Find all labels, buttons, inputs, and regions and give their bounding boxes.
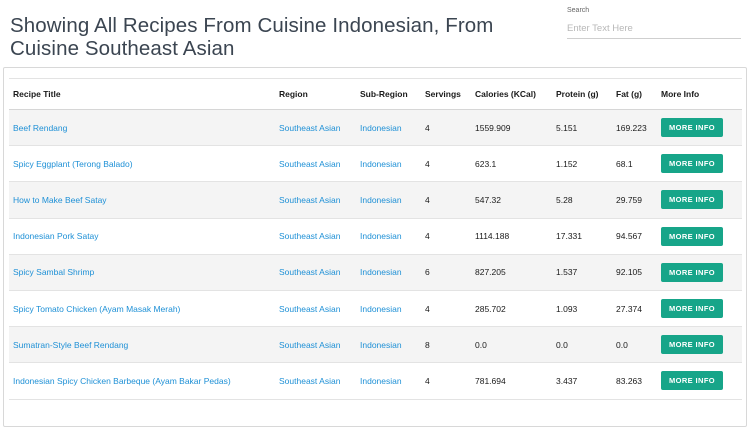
sub-region-link[interactable]: Indonesian	[360, 376, 402, 386]
sub-region-link[interactable]: Indonesian	[360, 123, 402, 133]
calories-cell: 0.0	[471, 326, 552, 364]
more-info-button[interactable]: MORE INFO	[661, 299, 723, 319]
protein-cell: 17.331	[552, 218, 612, 255]
sub-region-link[interactable]: Indonesian	[360, 340, 402, 350]
fat-cell: 92.105	[612, 254, 657, 291]
table-row: Spicy Eggplant (Terong Balado) Southeast…	[9, 145, 742, 183]
table-row: Spicy Sambal Shrimp Southeast Asian Indo…	[9, 254, 742, 291]
servings-cell: 4	[421, 218, 471, 255]
recipe-title-link[interactable]: Sumatran-Style Beef Rendang	[13, 340, 128, 350]
page-header: Showing All Recipes From Cuisine Indones…	[0, 0, 750, 66]
fat-cell: 169.223	[612, 109, 657, 147]
region-link[interactable]: Southeast Asian	[279, 195, 340, 205]
more-info-button[interactable]: MORE INFO	[661, 190, 723, 210]
column-header-more-info: More Info	[657, 78, 742, 110]
region-link[interactable]: Southeast Asian	[279, 267, 340, 277]
calories-cell: 1114.188	[471, 218, 552, 255]
recipes-table-card: Recipe Title Region Sub-Region Servings …	[3, 67, 747, 427]
recipe-title-link[interactable]: Beef Rendang	[13, 123, 67, 133]
protein-cell: 3.437	[552, 362, 612, 400]
search-input[interactable]	[567, 19, 741, 39]
table-row: Sumatran-Style Beef Rendang Southeast As…	[9, 326, 742, 364]
sub-region-link[interactable]: Indonesian	[360, 195, 402, 205]
servings-cell: 6	[421, 254, 471, 291]
calories-cell: 1559.909	[471, 109, 552, 147]
recipes-table: Recipe Title Region Sub-Region Servings …	[9, 78, 742, 400]
servings-cell: 8	[421, 326, 471, 364]
table-row: Beef Rendang Southeast Asian Indonesian …	[9, 109, 742, 147]
calories-cell: 547.32	[471, 181, 552, 219]
protein-cell: 5.151	[552, 109, 612, 147]
servings-cell: 4	[421, 362, 471, 400]
search-box: Search	[567, 7, 741, 39]
more-info-button[interactable]: MORE INFO	[661, 335, 723, 355]
more-info-button[interactable]: MORE INFO	[661, 371, 723, 391]
sub-region-link[interactable]: Indonesian	[360, 304, 402, 314]
search-label: Search	[567, 7, 590, 14]
calories-cell: 781.694	[471, 362, 552, 400]
sub-region-link[interactable]: Indonesian	[360, 267, 402, 277]
servings-cell: 4	[421, 145, 471, 183]
region-link[interactable]: Southeast Asian	[279, 304, 340, 314]
more-info-button[interactable]: MORE INFO	[661, 262, 723, 282]
fat-cell: 29.759	[612, 181, 657, 219]
fat-cell: 83.263	[612, 362, 657, 400]
column-header-sub-region[interactable]: Sub-Region	[356, 78, 421, 110]
sub-region-link[interactable]: Indonesian	[360, 159, 402, 169]
column-header-fat[interactable]: Fat (g)	[612, 78, 657, 110]
recipe-title-link[interactable]: Spicy Eggplant (Terong Balado)	[13, 159, 133, 169]
table-row: How to Make Beef Satay Southeast Asian I…	[9, 181, 742, 219]
servings-cell: 4	[421, 109, 471, 147]
more-info-button[interactable]: MORE INFO	[661, 154, 723, 174]
recipe-title-link[interactable]: Spicy Tomato Chicken (Ayam Masak Merah)	[13, 304, 180, 314]
region-link[interactable]: Southeast Asian	[279, 376, 340, 386]
region-link[interactable]: Southeast Asian	[279, 231, 340, 241]
protein-cell: 1.537	[552, 254, 612, 291]
recipe-title-link[interactable]: Indonesian Pork Satay	[13, 231, 99, 241]
table-row: Spicy Tomato Chicken (Ayam Masak Merah) …	[9, 290, 742, 328]
column-header-servings[interactable]: Servings	[421, 78, 471, 110]
table-header-row: Recipe Title Region Sub-Region Servings …	[9, 78, 742, 110]
servings-cell: 4	[421, 290, 471, 328]
region-link[interactable]: Southeast Asian	[279, 159, 340, 169]
column-header-region[interactable]: Region	[275, 78, 356, 110]
table-row: Indonesian Spicy Chicken Barbeque (Ayam …	[9, 362, 742, 400]
fat-cell: 68.1	[612, 145, 657, 183]
column-header-protein[interactable]: Protein (g)	[552, 78, 612, 110]
column-header-calories[interactable]: Calories (KCal)	[471, 78, 552, 110]
page-title: Showing All Recipes From Cuisine Indones…	[10, 14, 494, 60]
sub-region-link[interactable]: Indonesian	[360, 231, 402, 241]
recipe-title-link[interactable]: How to Make Beef Satay	[13, 195, 107, 205]
column-header-recipe-title[interactable]: Recipe Title	[9, 78, 275, 110]
protein-cell: 5.28	[552, 181, 612, 219]
more-info-button[interactable]: MORE INFO	[661, 226, 723, 246]
more-info-button[interactable]: MORE INFO	[661, 118, 723, 138]
calories-cell: 827.205	[471, 254, 552, 291]
table-row: Indonesian Pork Satay Southeast Asian In…	[9, 218, 742, 255]
protein-cell: 1.152	[552, 145, 612, 183]
region-link[interactable]: Southeast Asian	[279, 340, 340, 350]
servings-cell: 4	[421, 181, 471, 219]
protein-cell: 1.093	[552, 290, 612, 328]
calories-cell: 285.702	[471, 290, 552, 328]
fat-cell: 94.567	[612, 218, 657, 255]
protein-cell: 0.0	[552, 326, 612, 364]
fat-cell: 27.374	[612, 290, 657, 328]
fat-cell: 0.0	[612, 326, 657, 364]
calories-cell: 623.1	[471, 145, 552, 183]
region-link[interactable]: Southeast Asian	[279, 123, 340, 133]
recipe-title-link[interactable]: Spicy Sambal Shrimp	[13, 267, 94, 277]
recipe-title-link[interactable]: Indonesian Spicy Chicken Barbeque (Ayam …	[13, 376, 231, 386]
